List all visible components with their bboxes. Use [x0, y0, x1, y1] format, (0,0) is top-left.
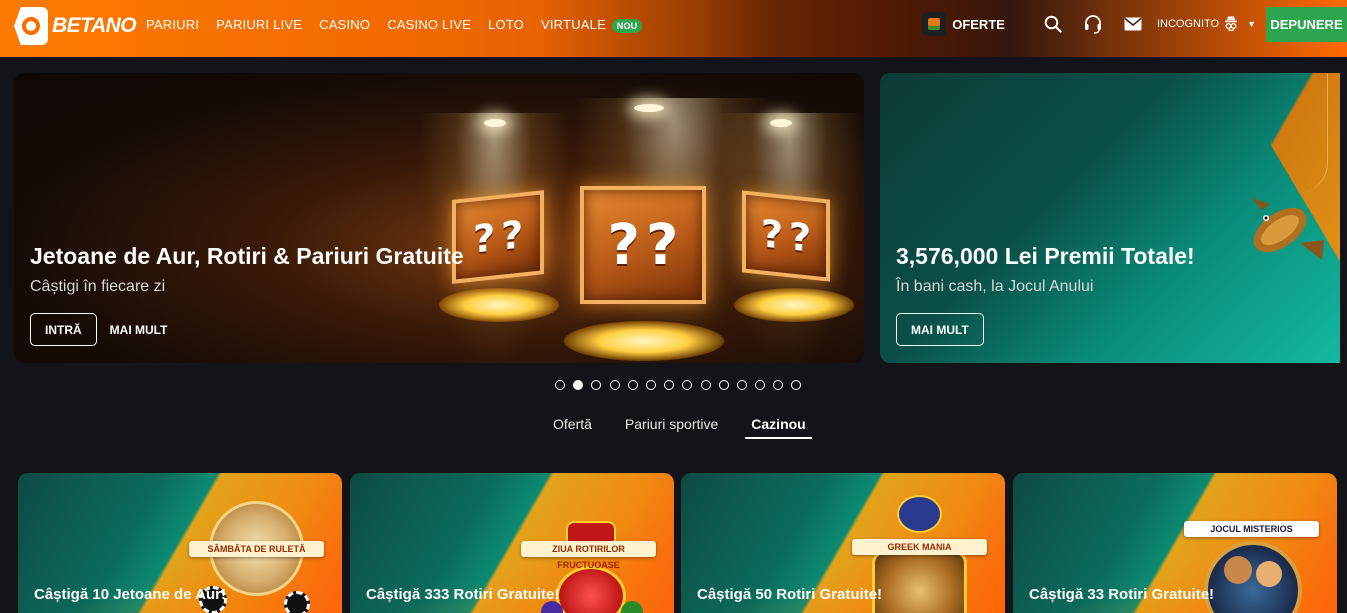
- header-tools: OFERTE INCOGNITO ▼ DEPUNERE: [922, 0, 1347, 48]
- card-title: Câștigă 333 Rotiri Gratuite!: [366, 586, 560, 603]
- banner-content: 3,576,000 Lei Premii Totale! În bani cas…: [896, 243, 1195, 346]
- tab-pariuri-sportive[interactable]: Pariuri sportive: [625, 416, 718, 439]
- top-header: BETANO PARIURI PARIURI LIVE CASINO CASIN…: [0, 0, 1347, 57]
- banner-content: Jetoane de Aur, Rotiri & Pariuri Gratuit…: [30, 243, 464, 346]
- carousel-dot[interactable]: [718, 380, 729, 390]
- card-ribbon: JOCUL MISTERIOS: [1184, 521, 1319, 537]
- fishing-line-decoration: [1298, 73, 1328, 193]
- promo-category-tabs: Ofertă Pariuri sportive Cazinou: [553, 416, 845, 439]
- banner-title: 3,576,000 Lei Premii Totale!: [896, 243, 1195, 269]
- new-badge: NOU: [611, 18, 643, 33]
- search-icon[interactable]: [1033, 0, 1073, 48]
- card-ribbon: SÂMBĂTA DE RULETĂ: [189, 541, 324, 557]
- main-nav: PARIURI PARIURI LIVE CASINO CASINO LIVE …: [146, 0, 659, 48]
- card-title: Câștigă 33 Rotiri Gratuite!: [1029, 586, 1215, 603]
- carousel-dot[interactable]: [791, 380, 802, 390]
- headset-icon[interactable]: [1073, 0, 1113, 48]
- nav-pariuri[interactable]: PARIURI: [146, 17, 199, 32]
- user-menu[interactable]: INCOGNITO ▼: [1157, 16, 1256, 32]
- banner-subtitle: În bani cash, la Jocul Anului: [896, 278, 1094, 295]
- nav-virtuale-label: VIRTUALE: [541, 16, 606, 32]
- tab-oferta[interactable]: Ofertă: [553, 416, 592, 439]
- mail-icon[interactable]: [1113, 0, 1153, 48]
- carousel-pagination: [555, 380, 810, 390]
- promo-card-mystery-game[interactable]: JOCUL MISTERIOS Câștigă 33 Rotiri Gratui…: [1013, 473, 1337, 613]
- carousel-dot[interactable]: [627, 380, 638, 390]
- incognito-hat-icon: [1225, 16, 1238, 32]
- promo-card-greek-mania[interactable]: GREEK MANIA Câștigă 50 Rotiri Gratuite!: [681, 473, 1005, 613]
- nav-pariuri-live[interactable]: PARIURI LIVE: [216, 17, 302, 32]
- promo-banner-game-of-year[interactable]: 3,576,000 Lei Premii Totale! În bani cas…: [880, 73, 1340, 363]
- carousel-dot[interactable]: [664, 380, 675, 390]
- logo-text: BETANO: [52, 14, 137, 37]
- more-button[interactable]: MAI MULT: [896, 313, 984, 346]
- gift-icon: [922, 12, 947, 36]
- promo-card-fruit-spins[interactable]: ZIUA ROTIRILOR FRUCTUOASE Câștigă 333 Ro…: [350, 473, 674, 613]
- carousel-dot[interactable]: [736, 380, 747, 390]
- carousel-dot[interactable]: [755, 380, 766, 390]
- carousel-dot[interactable]: [609, 380, 620, 390]
- carousel-dot[interactable]: [591, 380, 602, 390]
- offers-label: OFERTE: [952, 16, 1005, 32]
- promo-card-roulette-saturday[interactable]: SÂMBĂTA DE RULETĂ Câștigă 10 Jetoane de …: [18, 473, 342, 613]
- nav-casino[interactable]: CASINO: [319, 17, 370, 32]
- carousel-dot[interactable]: [573, 380, 584, 390]
- card-title: Câștigă 10 Jetoane de Aur!: [34, 586, 227, 603]
- carousel-dot[interactable]: [773, 380, 784, 390]
- enter-button[interactable]: INTRĂ: [30, 313, 97, 346]
- promo-banner-gold-tokens[interactable]: ?? ?? ?? Jetoane de Aur, Rotiri & Pariur…: [14, 73, 864, 363]
- deposit-button[interactable]: DEPUNERE: [1266, 6, 1347, 42]
- username: INCOGNITO: [1156, 18, 1220, 30]
- fish-illustration: [1252, 198, 1324, 260]
- nav-virtuale[interactable]: VIRTUALE NOU: [541, 16, 643, 33]
- carousel-dot[interactable]: [555, 380, 565, 390]
- banner-subtitle: Câștigi în fiecare zi: [30, 278, 166, 295]
- banner-title: Jetoane de Aur, Rotiri & Pariuri Gratuit…: [30, 243, 464, 269]
- carousel-dot[interactable]: [700, 380, 711, 390]
- caret-down-icon: ▼: [1247, 19, 1256, 29]
- card-title: Câștigă 50 Rotiri Gratuite!: [697, 586, 883, 603]
- card-ribbon: GREEK MANIA: [852, 539, 987, 555]
- more-link[interactable]: MAI MULT: [110, 323, 168, 337]
- offers-button[interactable]: OFERTE: [922, 12, 1005, 36]
- betano-logo-icon: [14, 7, 48, 45]
- carousel-dot[interactable]: [645, 380, 656, 390]
- carousel-dot[interactable]: [682, 380, 693, 390]
- betano-logo[interactable]: BETANO: [14, 6, 137, 46]
- nav-casino-live[interactable]: CASINO LIVE: [387, 17, 471, 32]
- tab-cazinou[interactable]: Cazinou: [745, 416, 812, 439]
- nav-loto[interactable]: LOTO: [488, 17, 524, 32]
- card-ribbon: ZIUA ROTIRILOR FRUCTUOASE: [521, 541, 656, 570]
